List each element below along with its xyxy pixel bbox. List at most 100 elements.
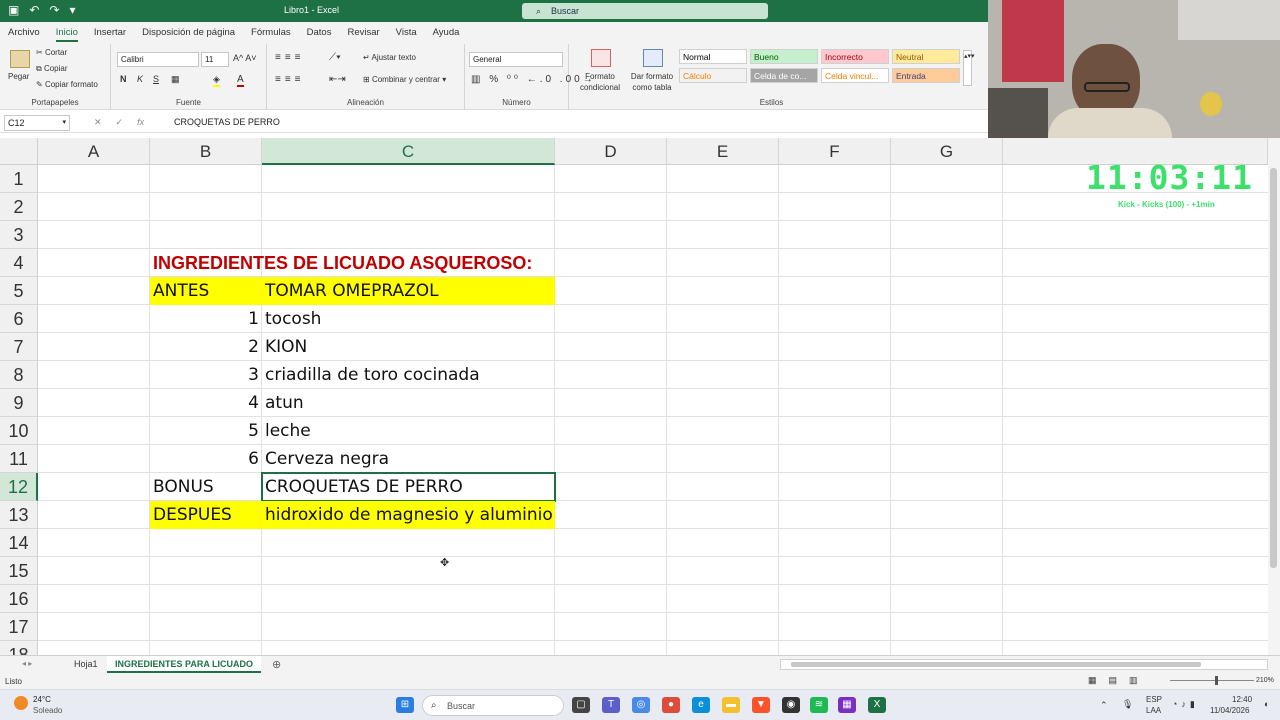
mic-icon[interactable]: 🎙 xyxy=(1122,699,1133,710)
sheet-tab-ingredientes[interactable]: INGREDIENTES PARA LICUADO xyxy=(107,656,262,673)
cell-style-option[interactable]: Incorrecto xyxy=(821,49,889,64)
italic-button[interactable]: K xyxy=(137,74,143,84)
excel-icon[interactable]: X xyxy=(868,697,886,713)
orientation-icon[interactable]: ⟋▾ xyxy=(329,52,341,63)
cell-c9[interactable]: atun xyxy=(262,389,555,417)
sheet-tab-hoja1[interactable]: Hoja1 xyxy=(66,656,106,673)
col-header-d[interactable]: D xyxy=(555,138,667,165)
row-header-7[interactable]: 7 xyxy=(0,333,38,361)
cell-b6[interactable]: 1 xyxy=(150,305,262,333)
cell-b11[interactable]: 6 xyxy=(150,445,262,473)
paste-button[interactable]: Pegar xyxy=(8,72,29,81)
row-header-10[interactable]: 10 xyxy=(0,417,38,445)
font-size-select[interactable]: 11 xyxy=(201,52,229,67)
cell-style-option[interactable]: Normal xyxy=(679,49,747,64)
customize-qat-icon[interactable]: ▾ xyxy=(69,3,75,17)
cell-style-option[interactable]: Bueno xyxy=(750,49,818,64)
cell-style-option[interactable]: Celda de co... xyxy=(750,68,818,83)
tab-revisar[interactable]: Revisar xyxy=(339,22,387,44)
format-table-button[interactable]: Dar formato como tabla xyxy=(627,71,677,93)
copy-button[interactable]: ⧉ Copiar xyxy=(36,64,68,74)
indent-icons[interactable]: ⇤⇥ xyxy=(329,74,346,85)
wrap-text-button[interactable]: ↵ Ajustar texto xyxy=(363,53,416,62)
cell-c10[interactable]: leche xyxy=(262,417,555,445)
underline-button[interactable]: S xyxy=(153,74,159,84)
merge-center-button[interactable]: ⊞ Combinar y centrar ▾ xyxy=(363,75,446,84)
zoom-level[interactable]: 210% xyxy=(1256,677,1274,684)
confirm-icon[interactable]: ✓ xyxy=(116,117,124,128)
clock-time[interactable]: 12:40 xyxy=(1232,695,1252,704)
cell-b8[interactable]: 3 xyxy=(150,361,262,389)
row-header-3[interactable]: 3 xyxy=(0,221,38,249)
windows-start-icon[interactable]: ⊞ xyxy=(396,697,414,713)
tab-vista[interactable]: Vista xyxy=(388,22,425,44)
cell-b4-title[interactable]: INGREDIENTES DE LICUADO ASQUEROSO: xyxy=(150,249,535,277)
tab-archivo[interactable]: Archivo xyxy=(0,22,48,44)
row-header-18[interactable]: 18 xyxy=(0,641,38,655)
sheet-nav-icons[interactable]: ◂ ▸ xyxy=(22,659,32,668)
vertical-scrollbar[interactable] xyxy=(1268,138,1280,655)
col-header-a[interactable]: A xyxy=(38,138,150,165)
keyboard-lang-layout[interactable]: LAA xyxy=(1146,706,1161,715)
select-all-corner[interactable] xyxy=(0,138,38,165)
cell-c5[interactable]: TOMAR OMEPRAZOL xyxy=(262,277,555,305)
add-sheet-icon[interactable]: ⊕ xyxy=(272,658,281,671)
cell-style-option[interactable]: Cálculo xyxy=(679,68,747,83)
copilot-icon[interactable]: ◎ xyxy=(632,697,650,713)
tab-insertar[interactable]: Insertar xyxy=(86,22,134,44)
edge-icon[interactable]: e xyxy=(692,697,710,713)
view-mode-icons[interactable]: ▦▤▥ xyxy=(1088,675,1150,686)
grow-font-icon[interactable]: A^ A˅ xyxy=(233,53,257,63)
vertical-scroll-thumb[interactable] xyxy=(1270,168,1277,568)
row-header-11[interactable]: 11 xyxy=(0,445,38,473)
teams-icon[interactable]: T xyxy=(602,697,620,713)
vertical-align-icons[interactable]: ≡≡≡ xyxy=(275,52,305,63)
cell-c13[interactable]: hidroxido de magnesio y aluminio xyxy=(262,501,555,529)
horizontal-scrollbar[interactable] xyxy=(780,659,1268,670)
cell-c7[interactable]: KION xyxy=(262,333,555,361)
font-color-icon[interactable]: A xyxy=(237,74,244,87)
row-header-13[interactable]: 13 xyxy=(0,501,38,529)
obs-icon[interactable]: ◉ xyxy=(782,697,800,713)
col-header-e[interactable]: E xyxy=(667,138,779,165)
format-painter-button[interactable]: ✎ Copiar formato xyxy=(36,80,98,89)
cell-b10[interactable]: 5 xyxy=(150,417,262,445)
app-grid-icon[interactable]: ▦ xyxy=(838,697,856,713)
number-format-select[interactable]: General xyxy=(469,52,563,67)
row-header-9[interactable]: 9 xyxy=(0,389,38,417)
tab-disposicion[interactable]: Disposición de página xyxy=(134,22,243,44)
font-name-select[interactable]: Calibri xyxy=(117,52,199,67)
bold-button[interactable]: N xyxy=(120,74,127,84)
weather-temp[interactable]: 24°C xyxy=(33,695,51,704)
undo-icon[interactable]: ↶ xyxy=(29,3,39,17)
brave-icon[interactable]: ▼ xyxy=(752,697,770,713)
tray-status-icons[interactable]: ◔♪▮ xyxy=(1172,699,1199,710)
format-table-icon[interactable] xyxy=(643,49,663,67)
clock-date[interactable]: 11/04/2026 xyxy=(1210,706,1249,715)
weather-desc[interactable]: Soleado xyxy=(33,706,62,715)
tab-inicio[interactable]: Inicio xyxy=(48,22,86,44)
row-header-8[interactable]: 8 xyxy=(0,361,38,389)
cell-style-option[interactable]: Neutral xyxy=(892,49,960,64)
conditional-format-button[interactable]: Formato condicional xyxy=(575,71,625,93)
fx-icon[interactable]: fx xyxy=(137,117,144,128)
fill-color-icon[interactable]: ◈ xyxy=(213,74,220,87)
save-icon[interactable]: ▣ xyxy=(8,3,19,17)
row-header-6[interactable]: 6 xyxy=(0,305,38,333)
row-header-12[interactable]: 12 xyxy=(0,473,38,501)
tab-datos[interactable]: Datos xyxy=(299,22,340,44)
row-header-16[interactable]: 16 xyxy=(0,585,38,613)
cell-b5[interactable]: ANTES xyxy=(150,277,262,305)
row-header-2[interactable]: 2 xyxy=(0,193,38,221)
cell-style-option[interactable]: Entrada xyxy=(892,68,960,83)
cancel-icon[interactable]: ✕ xyxy=(94,117,102,128)
chrome-icon[interactable]: ● xyxy=(662,697,680,713)
col-header-g[interactable]: G xyxy=(891,138,1003,165)
col-header-c[interactable]: C xyxy=(262,138,555,165)
tab-formulas[interactable]: Fórmulas xyxy=(243,22,299,44)
row-header-1[interactable]: 1 xyxy=(0,165,38,193)
notifications-icon[interactable]: ◐ xyxy=(1264,699,1269,709)
row-header-4[interactable]: 4 xyxy=(0,249,38,277)
tray-chevron-icon[interactable]: ⌃ xyxy=(1100,700,1108,711)
cell-c11[interactable]: Cerveza negra xyxy=(262,445,555,473)
